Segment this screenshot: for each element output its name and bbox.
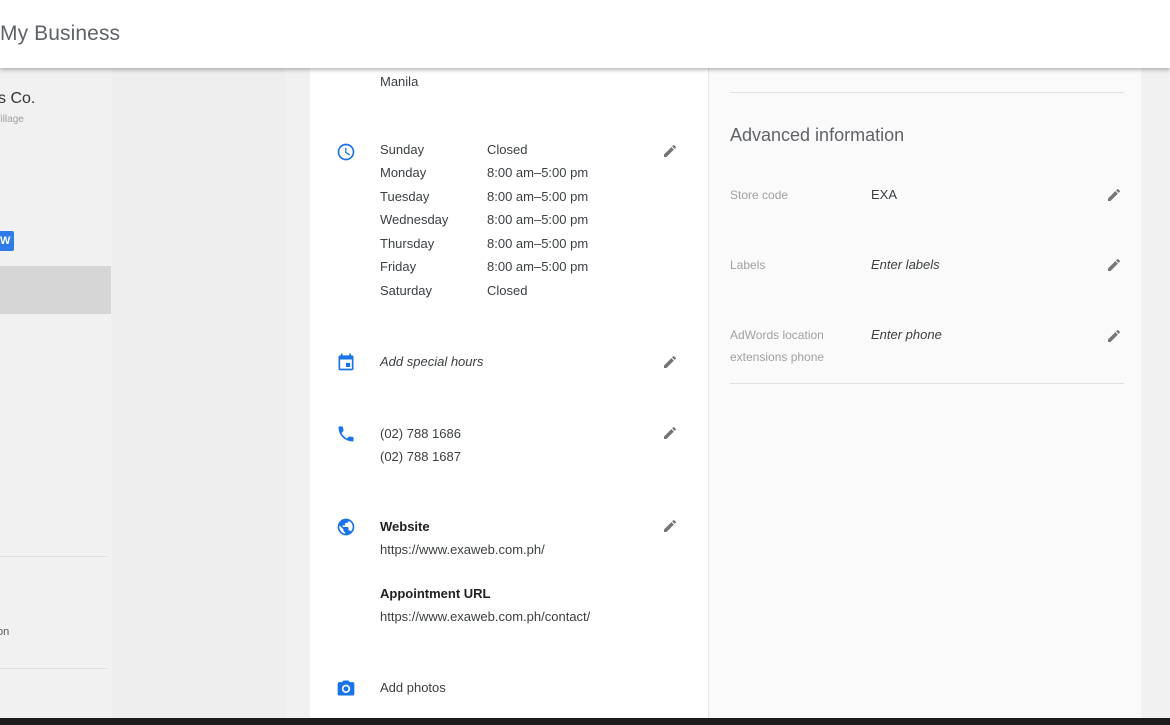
clock-icon [334,140,358,164]
sidebar-divider [0,668,108,669]
edit-store-code-button[interactable] [1102,183,1126,207]
globe-icon [334,515,358,539]
page-margin [1141,68,1170,718]
hours-day: Wednesday [380,212,449,227]
address-city: Manila [380,74,419,89]
hours-day: Sunday [380,142,425,157]
hours-day: Saturday [380,283,433,298]
add-special-hours-link[interactable]: Add special hours [380,354,483,369]
sidebar-item[interactable]: on [0,626,9,638]
adwords-phone-label: AdWords location extensions phone [730,328,825,364]
hours-time: 8:00 am–5:00 pm [487,165,589,180]
phone-primary: (02) 788 1686 [380,426,461,441]
advanced-info-card: Advanced information Store code EXA Labe… [708,68,1141,718]
sidebar-divider [0,556,108,557]
edit-phone-button[interactable] [658,421,682,445]
store-code-label: Store code [730,188,789,202]
info-card: Manila Sunday Closed Monday 8:00 am–5:00… [310,68,708,718]
divider [730,92,1124,93]
hours-day: Tuesday [380,189,430,204]
hours-day: Friday [380,259,417,274]
add-photos-link[interactable]: Add photos [380,680,446,695]
divider [730,383,1124,384]
edit-adwords-phone-button[interactable] [1102,324,1126,348]
edit-website-button[interactable] [658,514,682,538]
sidebar: s Co. Village ty W on [0,68,112,718]
phone-icon [334,422,358,446]
phone-secondary: (02) 788 1687 [380,449,461,464]
hours-time: Closed [487,142,528,157]
calendar-icon [334,350,358,374]
edit-labels-button[interactable] [1102,253,1126,277]
hours-time: Closed [487,283,528,298]
hours-time: 8:00 am–5:00 pm [487,259,589,274]
appointment-label: Appointment URL [380,586,491,601]
advanced-info-title: Advanced information [730,125,905,145]
appointment-url[interactable]: https://www.exaweb.com.ph/contact/ [380,609,590,624]
website-label: Website [380,519,430,534]
business-address-line1: Village [0,114,24,125]
labels-label: Labels [730,258,766,272]
store-code-value: EXA [871,187,898,202]
hours-time: 8:00 am–5:00 pm [487,236,589,251]
hours-time: 8:00 am–5:00 pm [487,212,589,227]
taskbar-edge [0,718,1170,725]
app-bar: My Business [0,0,1170,68]
camera-icon [334,676,358,700]
labels-input[interactable]: Enter labels [871,257,940,272]
hours-day: Thursday [380,236,435,251]
edit-hours-button[interactable] [658,139,682,163]
website-url[interactable]: https://www.exaweb.com.ph/ [380,542,545,557]
adwords-phone-input[interactable]: Enter phone [871,327,942,342]
business-name: s Co. [0,90,36,107]
sidebar-item-selected[interactable] [0,266,111,314]
app-title: My Business [0,22,121,45]
status-badge[interactable]: W [0,231,15,251]
edit-special-hours-button[interactable] [658,350,682,374]
hours-day: Monday [380,165,427,180]
hours-time: 8:00 am–5:00 pm [487,189,589,204]
